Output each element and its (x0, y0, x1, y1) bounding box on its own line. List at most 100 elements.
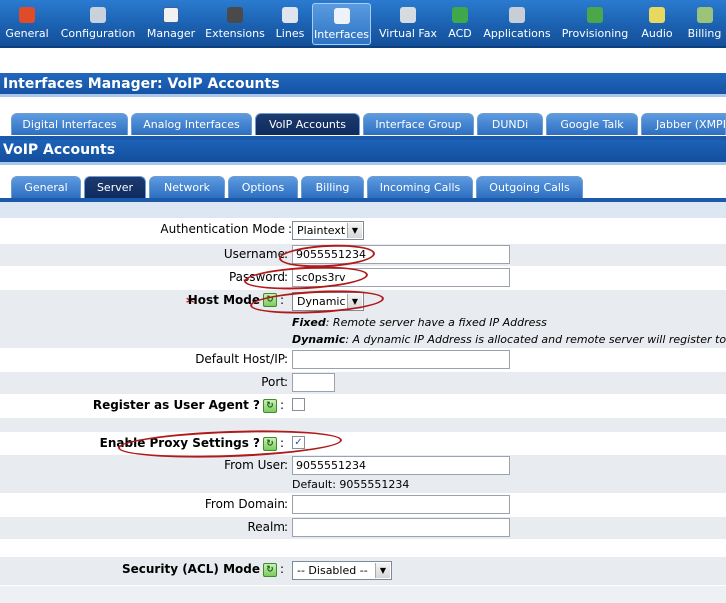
toolbar-label: Lines (275, 27, 305, 40)
realm-input[interactable] (292, 518, 510, 537)
row-from-user: From User : 9055551234 Default: 90555512… (0, 455, 726, 493)
password-input[interactable]: sc0ps3rv (292, 268, 510, 287)
tab-general[interactable]: General (11, 176, 81, 198)
tab-billing[interactable]: Billing (301, 176, 364, 198)
toolbar-extensions[interactable]: Extensions (203, 0, 267, 46)
row-register-agent: Register as User Agent ? ↻ : (0, 395, 726, 417)
colon: : (280, 398, 285, 412)
fixed-key: Fixed (292, 316, 326, 329)
toolbar-label: Manager (146, 27, 196, 40)
auth-mode-value: Plaintext (297, 224, 346, 237)
toolbar-lines[interactable]: Lines (272, 0, 308, 46)
from-user-input[interactable]: 9055551234 (292, 456, 510, 475)
tab-outgoing-calls[interactable]: Outgoing Calls (476, 176, 583, 198)
row-default-host: Default Host/IP : (0, 349, 726, 371)
lines-icon (282, 7, 298, 23)
chevron-down-icon: ▼ (347, 294, 362, 309)
password-label: Password (228, 270, 285, 284)
main-toolbar: General Configuration Manager Extensions… (0, 0, 726, 48)
host-mode-label: Host Mode (187, 293, 260, 307)
host-mode-select[interactable]: Dynamic ▼ (292, 292, 364, 311)
row-from-domain: From Domain : (0, 494, 726, 516)
from-user-default: Default: 9055551234 (292, 478, 410, 491)
host-mode-note-fixed: Fixed: Remote server have a fixed IP Add… (292, 316, 547, 329)
toolbar-provisioning[interactable]: Provisioning (559, 0, 631, 46)
tab-incoming-calls[interactable]: Incoming Calls (367, 176, 473, 198)
register-agent-checkbox[interactable] (292, 398, 305, 411)
toolbar-billing[interactable]: Billing (683, 0, 726, 46)
toolbar-label: ACD (448, 27, 472, 40)
acd-icon (452, 7, 468, 23)
tab-dundi[interactable]: DUNDi (477, 113, 543, 135)
row-username: Username : 9055551234 (0, 244, 726, 266)
port-input[interactable] (292, 373, 335, 392)
register-agent-label: Register as User Agent ? (92, 398, 260, 412)
auth-mode-select[interactable]: Plaintext ▼ (292, 221, 364, 240)
toolbar-applications[interactable]: Applications (481, 0, 553, 46)
toolbar-configuration[interactable]: Configuration (58, 0, 138, 46)
colon: : (284, 458, 289, 472)
help-icon[interactable]: ↻ (263, 293, 277, 307)
row-spacer (0, 418, 726, 432)
realm-label: Realm (247, 520, 285, 534)
from-user-label: From User (224, 458, 285, 472)
tab-analog-interfaces[interactable]: Analog Interfaces (131, 113, 252, 135)
row-spacer (0, 540, 726, 557)
default-host-input[interactable] (292, 350, 510, 369)
tab-server[interactable]: Server (84, 176, 146, 198)
from-domain-label: From Domain (204, 497, 285, 511)
toolbar-label: Audio (641, 27, 673, 40)
colon: : (284, 520, 289, 534)
tab-options[interactable]: Options (228, 176, 298, 198)
toolbar-label: Billing (687, 27, 722, 40)
row-port: Port : (0, 372, 726, 394)
extensions-icon (227, 7, 243, 23)
from-domain-input[interactable] (292, 495, 510, 514)
port-label: Port (261, 375, 285, 389)
security-mode-select[interactable]: -- Disabled -- ▼ (292, 561, 392, 580)
configuration-icon (90, 7, 106, 23)
interface-tabs: Digital Interfaces Analog Interfaces VoI… (0, 113, 726, 136)
security-mode-label: Security (ACL) Mode (121, 562, 260, 576)
help-icon[interactable]: ↻ (263, 563, 277, 577)
row-auth-mode: Authentication Mode : Plaintext ▼ (0, 219, 726, 243)
tab-voip-accounts[interactable]: VoIP Accounts (255, 113, 360, 135)
help-icon[interactable]: ↻ (263, 399, 277, 413)
form-band (0, 202, 726, 218)
toolbar-general[interactable]: General (2, 0, 52, 46)
toolbar-label: Configuration (60, 27, 136, 40)
row-realm: Realm : (0, 517, 726, 539)
colon: : (280, 293, 285, 307)
toolbar-acd[interactable]: ACD (444, 0, 476, 46)
enable-proxy-checkbox[interactable]: ✓ (292, 436, 305, 449)
username-input[interactable]: 9055551234 (292, 245, 510, 264)
toolbar-audio[interactable]: Audio (636, 0, 678, 46)
security-mode-value: -- Disabled -- (297, 564, 368, 577)
colon: : (284, 375, 289, 389)
tab-network[interactable]: Network (149, 176, 225, 198)
toolbar-interfaces[interactable]: Interfaces (312, 3, 371, 45)
account-tabs: General Server Network Options Billing I… (0, 176, 726, 198)
toolbar-label: Virtual Fax (378, 27, 437, 40)
colon: : (280, 436, 285, 450)
tab-google-talk[interactable]: Google Talk (546, 113, 638, 135)
applications-icon (509, 7, 525, 23)
fixed-text: : Remote server have a fixed IP Address (325, 316, 547, 329)
dynamic-key: Dynamic (292, 333, 346, 346)
tab-digital-interfaces[interactable]: Digital Interfaces (11, 113, 128, 135)
provisioning-icon (587, 7, 603, 23)
row-enable-proxy: Enable Proxy Settings ? ↻ : ✓ (0, 433, 726, 455)
colon: : (284, 497, 289, 511)
toolbar-manager[interactable]: Manager (144, 0, 198, 46)
manager-icon (163, 7, 179, 23)
tab-jabber[interactable]: Jabber (XMPP) (641, 113, 726, 135)
chevron-down-icon: ▼ (347, 223, 362, 238)
help-icon[interactable]: ↻ (263, 437, 277, 451)
enable-proxy-label: Enable Proxy Settings ? (99, 436, 260, 450)
toolbar-label: Extensions (205, 27, 265, 40)
tab-interface-group[interactable]: Interface Group (363, 113, 474, 135)
toolbar-virtual-fax[interactable]: Virtual Fax (376, 0, 440, 46)
toolbar-label: Provisioning (561, 27, 629, 40)
host-mode-value: Dynamic (297, 295, 346, 308)
billing-icon (696, 7, 713, 23)
